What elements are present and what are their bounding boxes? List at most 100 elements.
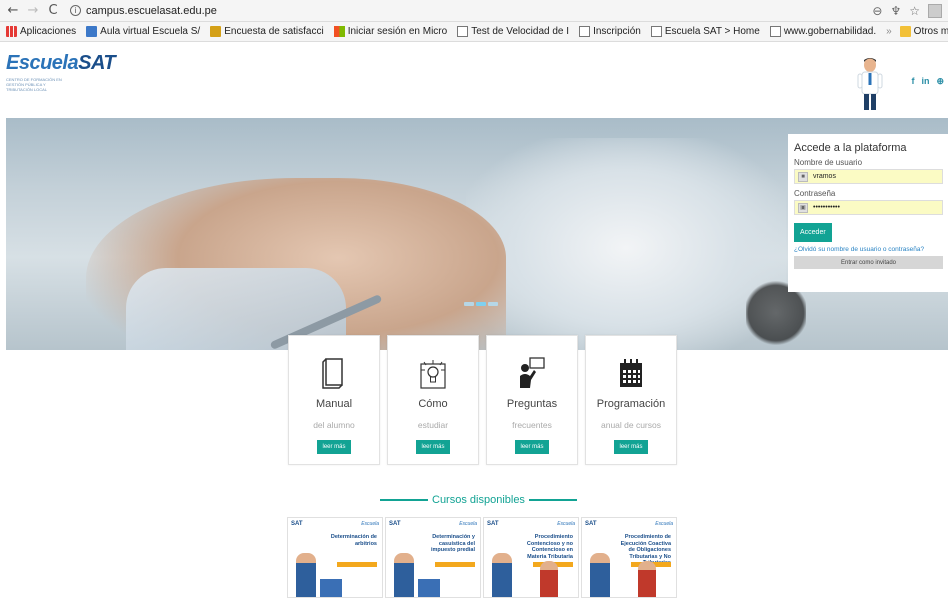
book-icon: [322, 358, 343, 389]
card-programacion: Programación anual de cursos leer más: [585, 335, 677, 465]
course-brand: SAT: [487, 521, 499, 527]
more-bookmarks-button[interactable]: »: [886, 26, 892, 37]
password-field[interactable]: ▣ •••••••••••: [794, 200, 943, 215]
info-icon[interactable]: i: [70, 5, 81, 16]
reload-icon[interactable]: C: [46, 3, 60, 18]
social-links: f in ⊕: [911, 76, 944, 87]
heading-rule: [380, 499, 428, 501]
bookmark-aula-virtual[interactable]: Aula virtual Escuela S/: [86, 26, 200, 37]
course-card[interactable]: SAT Escuela Determinación y casuística d…: [385, 517, 481, 598]
course-list: SAT Escuela Determinación de arbitrios S…: [287, 517, 677, 598]
course-illustration: [492, 553, 512, 597]
username-label: Nombre de usuario: [794, 158, 863, 167]
course-card[interactable]: SAT Escuela Procedimiento Contencioso y …: [483, 517, 579, 598]
bookmark-label: Iniciar sesión en Micro: [347, 26, 448, 37]
escuela-sat-logo: Escuela: [557, 521, 575, 527]
bookmark-label: Aula virtual Escuela S/: [100, 26, 201, 37]
courses-heading: Cursos disponibles: [380, 494, 577, 506]
bookmark-test-velocidad[interactable]: Test de Velocidad de I: [457, 26, 569, 37]
forgot-password-link[interactable]: ¿Olvidó su nombre de usuario o contraseñ…: [794, 246, 943, 253]
pin-icon[interactable]: ♆: [890, 4, 901, 18]
site-header: EscuelaSAT CENTRO DE FORMACIÓN EN GESTIÓ…: [0, 42, 948, 118]
login-button[interactable]: Acceder: [794, 223, 832, 242]
back-icon[interactable]: ←: [6, 3, 20, 18]
read-more-button[interactable]: leer más: [614, 440, 648, 454]
linkedin-icon[interactable]: in: [921, 76, 929, 87]
bookmarks-bar: Aplicaciones Aula virtual Escuela S/ Enc…: [0, 22, 948, 42]
username-value: vramos: [813, 173, 836, 180]
read-more-button[interactable]: leer más: [416, 440, 450, 454]
logo-text-bold: SAT: [78, 52, 116, 74]
course-brand: SAT: [291, 521, 303, 527]
web-icon[interactable]: ⊕: [936, 76, 944, 87]
read-more-button[interactable]: leer más: [515, 440, 549, 454]
course-card[interactable]: SAT Escuela Procedimiento de Ejecución C…: [581, 517, 677, 598]
courses-title: Cursos disponibles: [432, 494, 525, 506]
bookmark-inscripcion[interactable]: Inscripción: [579, 26, 641, 37]
login-panel: Accede a la plataforma Nombre de usuario…: [788, 134, 948, 292]
apps-icon: [6, 26, 17, 37]
course-illustration: [296, 553, 316, 597]
guest-login-button[interactable]: Entrar como invitado: [794, 256, 943, 269]
bookmark-label: Encuesta de satisfacci: [224, 26, 324, 37]
bookmark-gobernabilidad[interactable]: www.gobernabilidad.: [769, 26, 877, 37]
zoom-icon[interactable]: ⊖: [872, 4, 882, 18]
bookmark-other[interactable]: Otros marcad: [899, 26, 948, 37]
course-card[interactable]: SAT Escuela Determinación de arbitrios: [287, 517, 383, 598]
course-title: Determinación y casuística del impuesto …: [430, 534, 475, 553]
url-text: campus.escuelasat.edu.pe: [86, 4, 217, 17]
forward-icon[interactable]: →: [26, 3, 40, 18]
card-title: Cómo: [418, 398, 448, 410]
login-title: Accede a la plataforma: [794, 142, 907, 154]
calendar-icon: [620, 359, 642, 387]
feature-cards: Manual del alumno leer más Cómo estudiar…: [288, 335, 677, 465]
password-label: Contraseña: [794, 189, 836, 198]
bookmark-apps[interactable]: Aplicaciones: [6, 26, 76, 37]
bookmark-label: Aplicaciones: [20, 26, 77, 37]
course-illustration: [418, 579, 440, 597]
slider-dot[interactable]: [464, 302, 474, 306]
bookmark-label: Escuela SAT > Home: [664, 26, 760, 37]
card-title: Preguntas: [506, 398, 558, 410]
logo-subtitle: CENTRO DE FORMACIÓN EN GESTIÓN PÚBLICA Y…: [6, 77, 62, 92]
password-value: •••••••••••: [813, 204, 840, 211]
card-title: Manual: [315, 398, 353, 410]
escuela-sat-logo[interactable]: EscuelaSAT CENTRO DE FORMACIÓN EN GESTIÓ…: [6, 52, 116, 92]
bookmark-microsoft[interactable]: Iniciar sesión en Micro: [333, 26, 448, 37]
bookmark-label: Test de Velocidad de I: [471, 26, 570, 37]
lock-icon: ▣: [798, 202, 808, 213]
mascot-icon: [857, 58, 883, 110]
heading-rule: [528, 499, 577, 501]
escuela-sat-logo: Escuela: [655, 521, 673, 527]
facebook-icon[interactable]: f: [911, 76, 914, 87]
card-preguntas: Preguntas frecuentes leer más: [486, 335, 578, 465]
slider-dot[interactable]: [488, 302, 498, 306]
bookmark-encuesta[interactable]: Encuesta de satisfacci: [210, 26, 324, 37]
course-brand: SAT: [585, 521, 597, 527]
bookmark-label: Otros marcad: [913, 26, 948, 37]
card-subtitle: frecuentes: [512, 420, 552, 430]
page-icon: [769, 26, 781, 37]
logo-text: Escuela: [6, 52, 79, 74]
course-illustration: [638, 561, 656, 597]
course-title: Determinación de arbitrios: [330, 534, 377, 547]
read-more-button[interactable]: leer más: [317, 440, 351, 454]
star-icon[interactable]: ☆: [909, 4, 920, 18]
course-illustration: [590, 553, 610, 597]
page-icon: [650, 26, 662, 37]
card-subtitle: del alumno: [313, 420, 355, 430]
card-subtitle: estudiar: [417, 420, 449, 430]
extension-icon[interactable]: [928, 3, 942, 18]
slider-dots: [464, 302, 498, 306]
teacher-icon: [520, 357, 545, 388]
address-bar[interactable]: i campus.escuelasat.edu.pe: [70, 5, 217, 17]
page-icon: [457, 26, 469, 37]
escuela-sat-logo: Escuela: [459, 521, 477, 527]
course-brand: SAT: [389, 521, 401, 527]
username-field[interactable]: ■ vramos: [794, 169, 943, 184]
microsoft-icon: [333, 26, 345, 37]
bookmark-escuela-sat[interactable]: Escuela SAT > Home: [650, 26, 760, 37]
bookmark-label: www.gobernabilidad.: [783, 26, 877, 37]
slider-dot-active[interactable]: [476, 302, 486, 306]
course-illustration: [540, 561, 558, 597]
